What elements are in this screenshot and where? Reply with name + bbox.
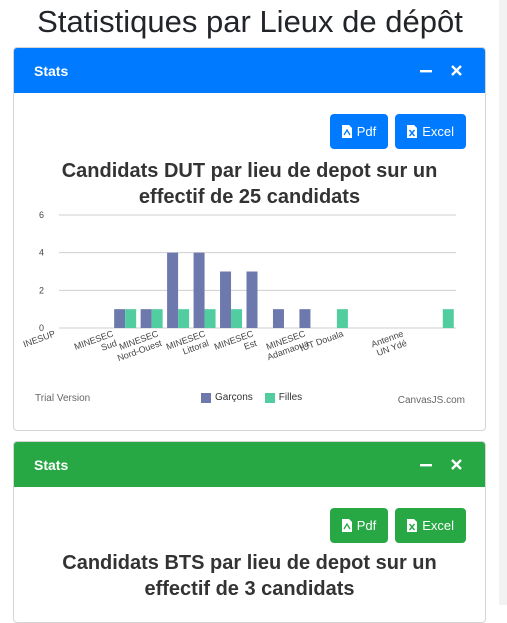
trial-version-text: Trial Version	[35, 393, 91, 404]
x-tick-label: MINESECLittoral	[165, 328, 211, 361]
excel-label: Excel	[422, 518, 454, 533]
card-header-title: Stats	[34, 456, 69, 473]
legend-swatch-filles	[264, 392, 275, 403]
card-header-title: Stats	[34, 62, 69, 79]
bar-garcons	[299, 309, 311, 328]
bar-filles	[125, 309, 137, 328]
x-tick-label: MINESECSud	[73, 328, 119, 361]
bar-garcons	[167, 252, 179, 328]
chart-title-line-2: effectif de 25 candidats	[138, 186, 361, 208]
card-header: Stats	[14, 442, 485, 487]
stats-card-dut: Stats Pdf Excel Candidats DUT par lieu d…	[13, 47, 486, 431]
bar-garcons	[246, 271, 258, 328]
chart-title-line-1: Candidats DUT par lieu de depot sur un	[61, 160, 438, 182]
bar-garcons	[272, 309, 284, 328]
pdf-button[interactable]: Pdf	[329, 508, 389, 543]
page-title: Statistiques par Lieux de dépôt	[37, 4, 463, 39]
excel-button[interactable]: Excel	[395, 114, 466, 149]
bar-garcons	[193, 252, 205, 328]
close-icon[interactable]	[447, 456, 465, 474]
legend-label-garcons: Garçons	[215, 392, 253, 403]
pdf-label: Pdf	[356, 518, 377, 533]
pdf-label: Pdf	[356, 124, 377, 139]
legend-label-filles: Filles	[278, 392, 303, 403]
excel-label: Excel	[422, 124, 454, 139]
excel-button[interactable]: Excel	[395, 508, 466, 543]
bar-filles	[204, 309, 216, 328]
bar-filles	[178, 309, 190, 328]
y-tick-label: 6	[39, 210, 44, 220]
bar-garcons	[114, 309, 126, 328]
file-excel-icon	[407, 125, 418, 138]
bar-garcons	[140, 309, 152, 328]
chart-title-line-1: Candidats BTS par lieu de depot sur un	[62, 552, 437, 574]
bar-filles	[151, 309, 163, 328]
dut-bar-chart: 0246INESUP MINESECSud MINESECNord-Ouest MIN…	[22, 210, 456, 363]
x-tick-label: MINESECNord-Ouest	[113, 328, 164, 363]
file-excel-icon	[407, 519, 418, 532]
close-icon[interactable]	[447, 62, 465, 80]
chart-title: Candidats DUT par lieu de depot sur un e…	[14, 158, 485, 210]
bar-filles	[231, 309, 243, 328]
legend-item-filles[interactable]: Filles	[264, 392, 303, 403]
minimize-icon[interactable]	[417, 62, 435, 80]
legend-item-garcons[interactable]: Garçons	[201, 392, 253, 403]
bar-garcons	[220, 271, 232, 328]
x-tick-label: IUT Douala	[299, 328, 345, 353]
stats-card-bts: Stats Pdf Excel Candidats BTS par lieu d…	[13, 441, 486, 623]
scrollbar[interactable]	[499, 0, 507, 605]
chart-title: Candidats BTS par lieu de depot sur un e…	[14, 550, 485, 602]
minimize-icon[interactable]	[417, 456, 435, 474]
pdf-button[interactable]: Pdf	[329, 114, 389, 149]
y-tick-label: 2	[39, 285, 44, 295]
canvasjs-credit[interactable]: CanvasJS.com	[398, 395, 465, 406]
legend-swatch-garcons	[201, 392, 211, 403]
file-pdf-icon	[341, 519, 352, 532]
chart-legend: Garçons Filles	[201, 392, 302, 403]
card-header: Stats	[14, 48, 485, 93]
x-tick-label: AntenneUN Ydé	[370, 328, 408, 358]
y-tick-label: 4	[39, 248, 44, 258]
bar-filles	[336, 309, 348, 328]
bar-filles	[442, 309, 454, 328]
chart-title-line-2: effectif de 3 candidats	[144, 578, 355, 600]
file-pdf-icon	[341, 125, 352, 138]
x-tick-label: MINESECEst	[213, 328, 259, 361]
